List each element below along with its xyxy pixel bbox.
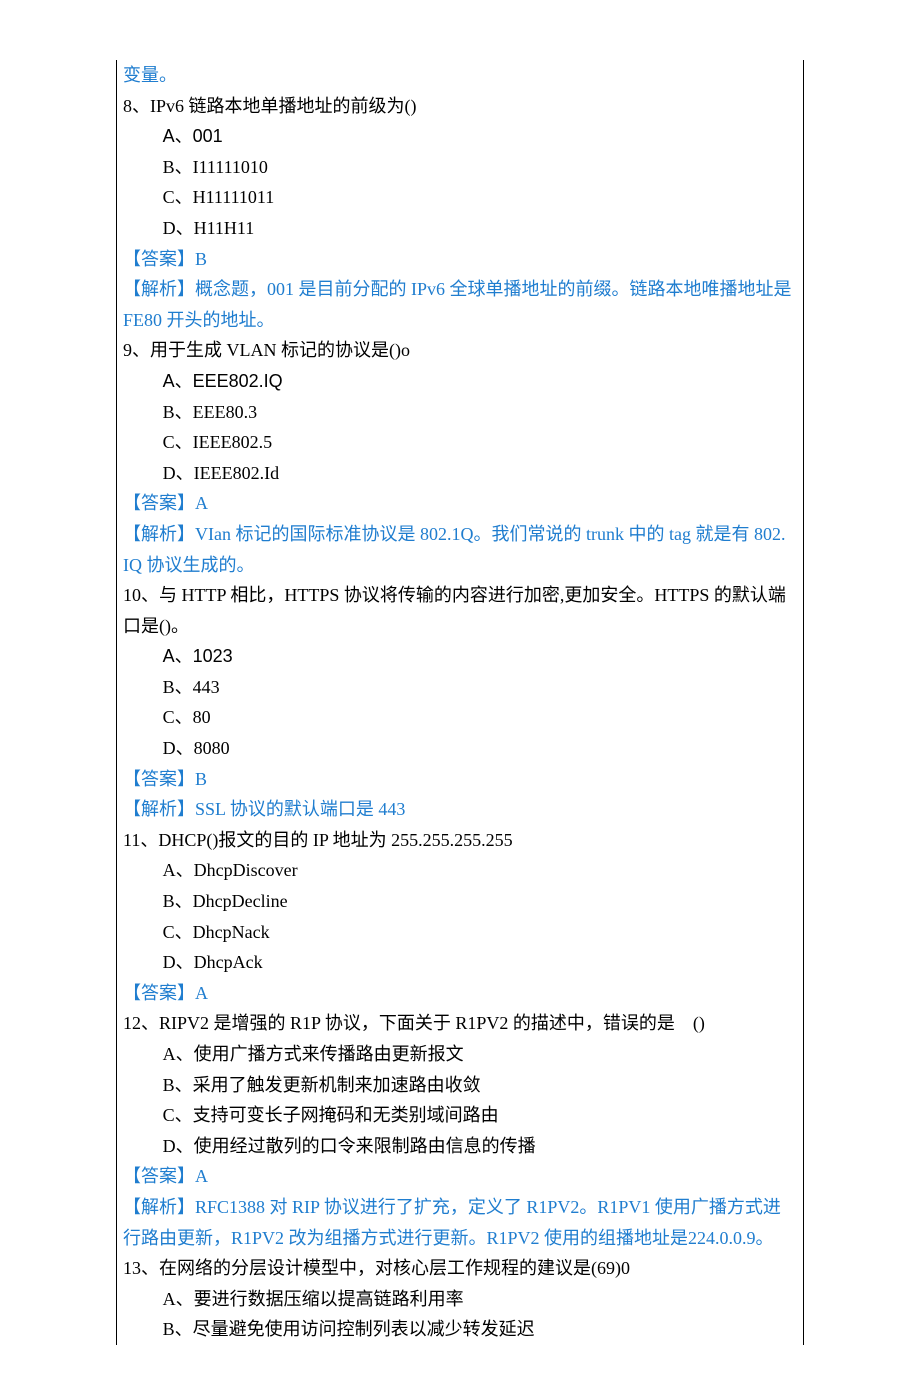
q8-option-d: D、H11H11: [123, 213, 797, 244]
option-text: A、001: [163, 126, 223, 146]
prev-explanation-tail: 变量。: [123, 60, 797, 91]
q11-option-c: C、DhcpNack: [123, 917, 797, 948]
q10-option-b: B、443: [123, 672, 797, 703]
q12-stem: 12、RIPV2 是增强的 R1P 协议，下面关于 R1PV2 的描述中，错误的…: [123, 1008, 797, 1039]
q9-option-c: C、IEEE802.5: [123, 427, 797, 458]
q13-option-b: B、尽量避免使用访问控制列表以减少转发延迟: [123, 1314, 797, 1345]
q10-option-c: C、80: [123, 702, 797, 733]
q8-option-c: C、H11111011: [123, 182, 797, 213]
q8-option-b: B、I11111010: [123, 152, 797, 183]
q11-option-d: D、DhcpAck: [123, 947, 797, 978]
q12-explanation: 【解析】RFC1388 对 RIP 协议进行了扩充，定义了 R1PV2。R1PV…: [123, 1192, 797, 1253]
content-column: 变量。 8、IPv6 链路本地单播地址的前级为() A、001 B、I11111…: [116, 60, 804, 1345]
option-text: A、1023: [163, 646, 233, 666]
q12-option-a: A、使用广播方式来传播路由更新报文: [123, 1039, 797, 1070]
q11-answer: 【答案】A: [123, 978, 797, 1009]
q9-explanation: 【解析】VIan 标记的国际标准协议是 802.1Q。我们常说的 trunk 中…: [123, 519, 797, 580]
q12-option-d: D、使用经过散列的口令来限制路由信息的传播: [123, 1131, 797, 1162]
q8-explanation: 【解析】概念题，001 是目前分配的 IPv6 全球单播地址的前缀。链路本地唯播…: [123, 274, 797, 335]
q13-stem: 13、在网络的分层设计模型中，对核心层工作规程的建议是(69)0: [123, 1253, 797, 1284]
q12-option-c: C、支持可变长子网掩码和无类别域间路由: [123, 1100, 797, 1131]
q11-option-a: A、DhcpDiscover: [123, 855, 797, 886]
q8-option-a: A、001: [123, 121, 797, 152]
q8-answer: 【答案】B: [123, 244, 797, 275]
document-page: 变量。 8、IPv6 链路本地单播地址的前级为() A、001 B、I11111…: [0, 0, 920, 1385]
q9-option-d: D、IEEE802.Id: [123, 458, 797, 489]
option-text: A、EEE802.IQ: [163, 371, 283, 391]
q10-option-d: D、8080: [123, 733, 797, 764]
q9-option-a: A、EEE802.IQ: [123, 366, 797, 397]
q12-answer: 【答案】A: [123, 1161, 797, 1192]
q11-option-b: B、DhcpDecline: [123, 886, 797, 917]
q9-answer: 【答案】A: [123, 488, 797, 519]
q10-answer: 【答案】B: [123, 764, 797, 795]
q9-stem: 9、用于生成 VLAN 标记的协议是()o: [123, 335, 797, 366]
q10-explanation: 【解析】SSL 协议的默认端口是 443: [123, 794, 797, 825]
q8-stem: 8、IPv6 链路本地单播地址的前级为(): [123, 91, 797, 122]
q13-option-a: A、要进行数据压缩以提高链路利用率: [123, 1284, 797, 1315]
q12-option-b: B、采用了触发更新机制来加速路由收敛: [123, 1070, 797, 1101]
q11-stem: 11、DHCP()报文的目的 IP 地址为 255.255.255.255: [123, 825, 797, 856]
q10-option-a: A、1023: [123, 641, 797, 672]
q9-option-b: B、EEE80.3: [123, 397, 797, 428]
q10-stem: 10、与 HTTP 相比，HTTPS 协议将传输的内容进行加密,更加安全。HTT…: [123, 580, 797, 641]
